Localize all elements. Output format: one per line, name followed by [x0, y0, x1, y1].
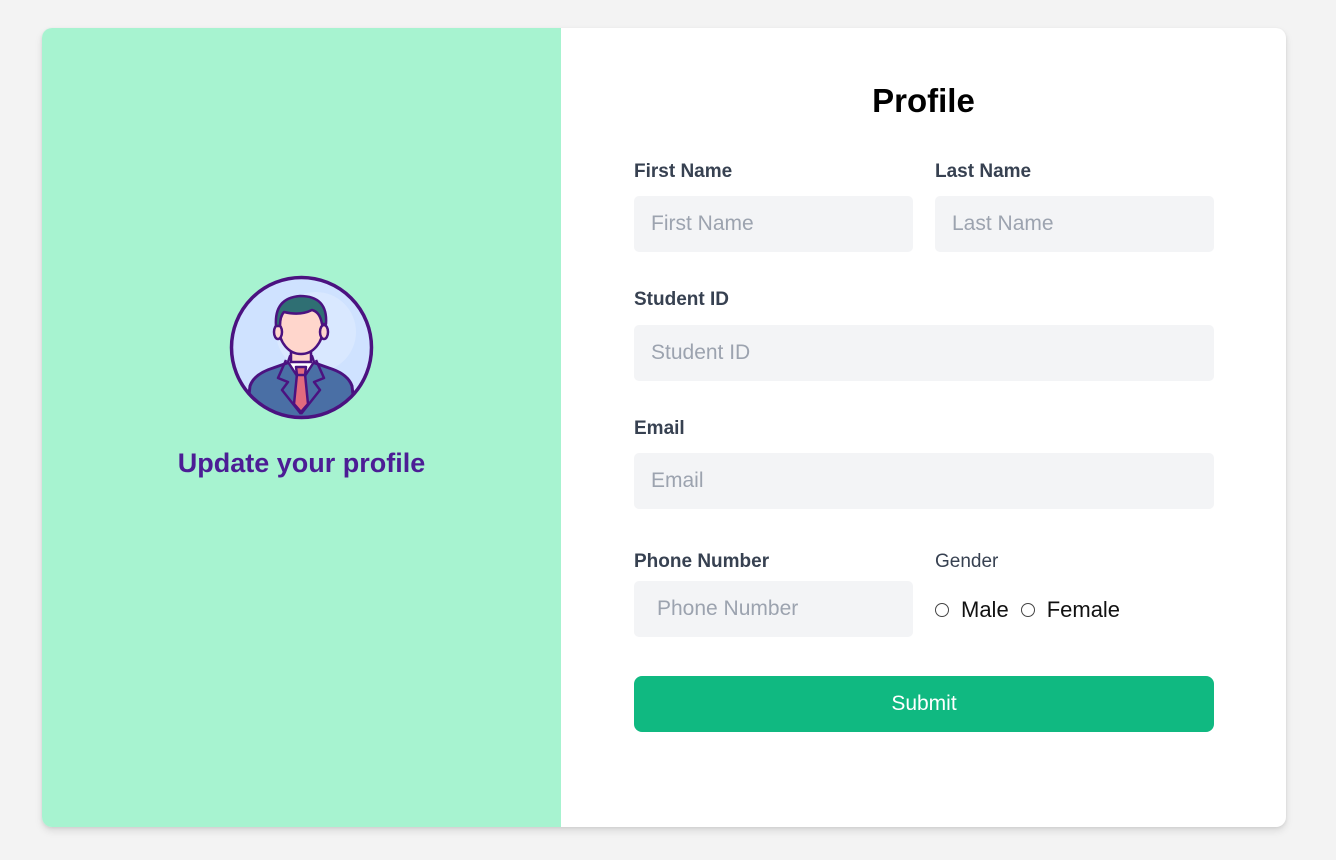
gender-option-female[interactable]: Female	[1020, 597, 1121, 623]
submit-button[interactable]: Submit	[634, 676, 1214, 732]
update-profile-heading: Update your profile	[177, 448, 426, 478]
phone-number-label: Phone Number	[634, 551, 770, 572]
last-name-label: Last Name	[935, 161, 1032, 182]
male-radio[interactable]	[935, 603, 949, 617]
student-id-label: Student ID	[634, 289, 729, 310]
female-radio-label: Female	[1046, 597, 1121, 622]
page-title: Profile	[872, 82, 975, 119]
business-man-avatar-icon	[229, 275, 374, 420]
email-label: Email	[634, 418, 685, 439]
student-id-input[interactable]	[634, 325, 1214, 381]
female-radio[interactable]	[1020, 603, 1035, 617]
first-name-input[interactable]	[634, 196, 913, 252]
gender-radio-group: Male Female	[935, 595, 1132, 625]
male-radio-label: Male	[961, 597, 1009, 622]
first-name-label: First Name	[634, 161, 733, 182]
email-input[interactable]	[634, 453, 1214, 509]
last-name-input[interactable]	[935, 196, 1214, 252]
gender-label: Gender	[935, 551, 999, 572]
phone-number-input[interactable]	[634, 581, 913, 637]
gender-option-male[interactable]: Male	[935, 597, 1009, 623]
sidebar-panel: Update your profile	[42, 28, 561, 827]
